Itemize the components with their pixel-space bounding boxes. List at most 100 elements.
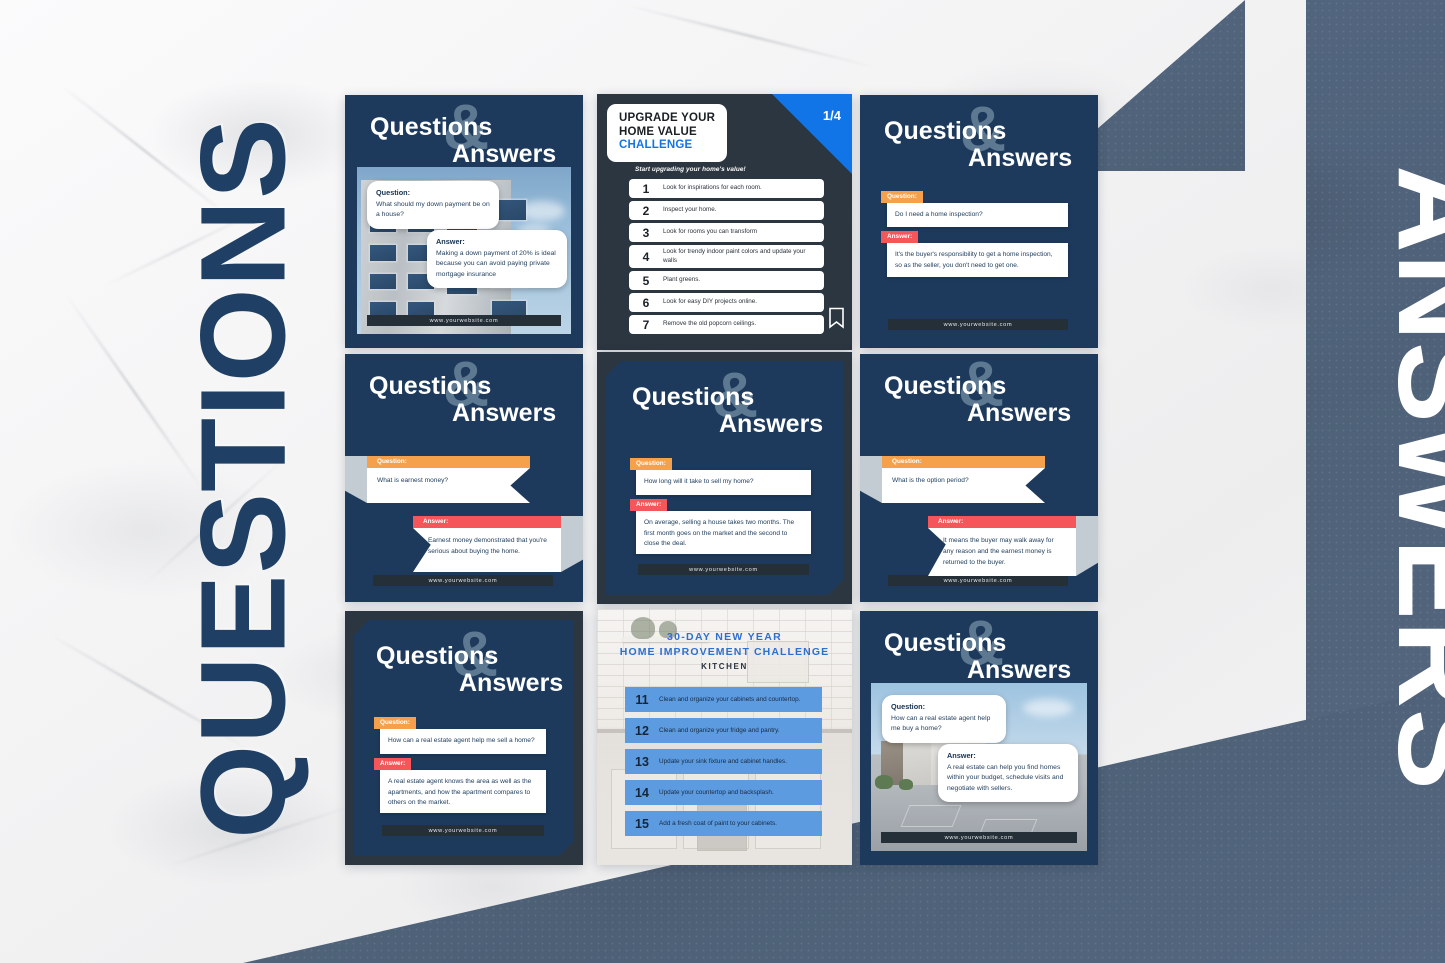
answer-ribbon: Answer: It means the buyer may walk away…	[928, 516, 1098, 576]
title-line-3: KITCHEN	[701, 662, 748, 671]
answer-text: Making a down payment of 20% is ideal be…	[436, 249, 556, 278]
poster-canvas: QUESTIONS ANSWERS & Questions Answers ww…	[0, 0, 1445, 963]
answer-label: Answer:	[881, 231, 919, 243]
card-title-header: & Questions Answers	[345, 354, 583, 446]
item-text: Clean and organize your fridge and pantr…	[659, 726, 780, 734]
question-label: Question:	[376, 188, 411, 197]
question-text: What should my down payment be on a hous…	[376, 200, 490, 219]
card-title-header: & Questions Answers	[860, 354, 1098, 446]
item-number: 2	[642, 203, 650, 218]
answer-text: A real estate agent knows the area as we…	[388, 778, 532, 807]
card-option-period[interactable]: & Questions Answers Question: What is th…	[860, 354, 1098, 602]
card-title-questions: Questions	[884, 629, 1007, 657]
kitchen-item[interactable]: 15 Add a fresh coat of paint to your cab…	[625, 811, 822, 836]
question-ribbon: Question: What is the option period?	[860, 456, 1045, 503]
checklist-item[interactable]: 2 Inspect your home.	[629, 201, 824, 220]
question-text: What is the option period?	[892, 477, 969, 484]
card-earnest-money[interactable]: & Questions Answers Question: What is ea…	[345, 354, 583, 602]
card-down-payment[interactable]: & Questions Answers www.yourwebsite.com …	[345, 95, 583, 348]
answer-box: It's the buyer's responsibility to get a…	[887, 243, 1068, 277]
card-agent-buy[interactable]: & Questions Answers www.yourwebsite.com	[860, 611, 1098, 865]
title-line-3: CHALLENGE	[619, 139, 693, 152]
website-footer: www.yourwebsite.com	[638, 564, 809, 575]
answer-label: Answer:	[928, 516, 1076, 529]
card-home-inspection[interactable]: & Questions Answers Question: Do I need …	[860, 95, 1098, 348]
website-footer: www.yourwebsite.com	[367, 315, 561, 326]
item-text: Look for trendy indoor paint colors and …	[663, 247, 806, 264]
kitchen-item[interactable]: 12 Clean and organize your fridge and pa…	[625, 718, 822, 743]
answer-bubble: Answer: Making a down payment of 20% is …	[427, 230, 567, 289]
checklist-item[interactable]: 6 Look for easy DIY projects online.	[629, 293, 824, 312]
question-text: How can a real estate agent help me sell…	[388, 737, 535, 744]
item-number: 12	[635, 723, 649, 738]
checklist-item[interactable]: 4 Look for trendy indoor paint colors an…	[629, 245, 824, 268]
item-text: Look for inspirations for each room.	[663, 184, 762, 192]
card-title-answers: Answers	[452, 399, 557, 427]
card-title-answers: Answers	[719, 410, 824, 438]
question-bubble: Question: What should my down payment be…	[367, 181, 499, 229]
kitchen-item[interactable]: 14 Update your countertop and backsplash…	[625, 780, 822, 805]
card-time-to-sell[interactable]: & Questions Answers Question: How long w…	[597, 352, 852, 604]
item-text: Inspect your home.	[663, 206, 717, 214]
checklist-item[interactable]: 5 Plant greens.	[629, 271, 824, 290]
title-line-2: HOME VALUE	[619, 125, 697, 138]
item-text: Remove the old popcorn ceilings.	[663, 320, 757, 328]
item-number: 3	[642, 225, 650, 240]
kitchen-title-block: 30-DAY NEW YEAR HOME IMPROVEMENT CHALLEN…	[597, 631, 852, 671]
card-inner-panel: & Questions Answers Question: How long w…	[606, 361, 843, 595]
challenge-title-block: UPGRADE YOUR HOME VALUE CHALLENGE	[607, 104, 728, 162]
bookmark-icon[interactable]	[828, 307, 845, 334]
card-title-questions: Questions	[884, 372, 1007, 400]
question-text: Do I need a home inspection?	[895, 211, 983, 218]
item-text: Look for rooms you can transform	[663, 228, 758, 236]
card-title-answers: Answers	[968, 144, 1073, 172]
question-text: What is earnest money?	[377, 477, 449, 484]
card-title-answers: Answers	[459, 669, 564, 697]
question-label: Question:	[374, 717, 416, 729]
challenge-subtitle: Start upgrading your home's value!	[635, 166, 746, 173]
checklist-item[interactable]: 1 Look for inspirations for each room.	[629, 179, 824, 198]
answer-text: On average, selling a house takes two mo…	[644, 519, 795, 548]
card-title-header: & Questions Answers	[354, 620, 574, 712]
card-title-questions: Questions	[369, 372, 492, 400]
title-line-2: HOME IMPROVEMENT CHALLENGE	[619, 646, 830, 658]
card-kitchen-challenge[interactable]: 30-DAY NEW YEAR HOME IMPROVEMENT CHALLEN…	[597, 609, 852, 865]
card-grid: & Questions Answers www.yourwebsite.com …	[345, 94, 1100, 865]
checklist-item[interactable]: 3 Look for rooms you can transform	[629, 223, 824, 242]
checklist-item[interactable]: 7 Remove the old popcorn ceilings.	[629, 315, 824, 334]
answer-label: Answer:	[630, 499, 667, 511]
page-badge-number: 1/4	[822, 108, 841, 123]
card-title-header: & Questions Answers	[606, 361, 843, 453]
card-title-answers: Answers	[967, 656, 1072, 684]
answer-ribbon: Answer: Earnest money demonstrated that …	[413, 516, 583, 572]
question-box: Do I need a home inspection?	[887, 203, 1068, 227]
item-number: 7	[642, 317, 650, 332]
website-footer: www.yourwebsite.com	[373, 575, 553, 586]
item-number: 1	[642, 181, 650, 196]
answer-box: A real estate agent knows the area as we…	[380, 770, 546, 813]
item-number: 13	[635, 754, 649, 769]
card-agent-sell[interactable]: & Questions Answers Question: How can a …	[345, 611, 583, 865]
answer-label: Answer:	[374, 758, 411, 770]
item-text: Update your countertop and backsplash.	[659, 788, 774, 796]
kitchen-item[interactable]: 11 Clean and organize your cabinets and …	[625, 687, 822, 712]
website-footer: www.yourwebsite.com	[881, 832, 1077, 843]
website-footer: www.yourwebsite.com	[888, 319, 1068, 330]
question-bubble: Question: How can a real estate agent he…	[882, 695, 1006, 743]
question-label: Question:	[891, 702, 926, 711]
answer-text: A real estate can help you find homes wi…	[947, 763, 1064, 792]
item-number: 5	[642, 273, 650, 288]
item-text: Clean and organize your cabinets and cou…	[659, 695, 801, 703]
item-text: Add a fresh coat of paint to your cabine…	[659, 819, 777, 827]
question-text: How can a real estate agent help me buy …	[891, 714, 991, 733]
item-text: Look for easy DIY projects online.	[663, 298, 758, 306]
card-upgrade-challenge[interactable]: 1/4 UPGRADE YOUR HOME VALUE CHALLENGE St…	[597, 94, 852, 350]
item-text: Plant greens.	[663, 276, 701, 284]
card-title-questions: Questions	[884, 117, 1007, 145]
answer-label: Answer:	[947, 751, 976, 760]
item-number: 15	[635, 816, 649, 831]
item-number: 6	[642, 295, 650, 310]
question-label: Question:	[882, 456, 1045, 469]
question-label: Question:	[881, 191, 923, 203]
kitchen-item[interactable]: 13 Update your sink fixture and cabinet …	[625, 749, 822, 774]
